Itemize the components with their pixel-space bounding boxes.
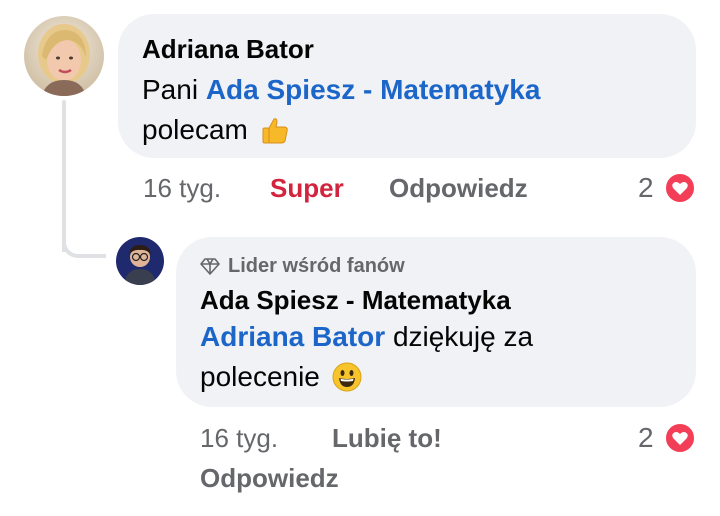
comment-bubble: Adriana Bator Pani Ada Spiesz - Matematy… — [118, 14, 696, 158]
reply-text: Adriana Bator dziękuję za polecenie — [200, 317, 672, 397]
reply-button[interactable]: Odpowiedz — [389, 172, 528, 204]
comment-text: Pani Ada Spiesz - Matematyka polecam — [142, 70, 672, 150]
like-button[interactable]: Lubię to! — [332, 422, 442, 454]
thumbs-up-icon — [260, 115, 290, 145]
reply-timestamp[interactable]: 16 tyg. — [200, 422, 278, 454]
reply-author[interactable]: Ada Spiesz - Matematyka — [200, 285, 672, 315]
avatar[interactable] — [116, 237, 164, 285]
reaction-count[interactable]: 2 — [638, 422, 654, 454]
mention-link[interactable]: Adriana Bator — [200, 321, 385, 352]
reaction-button[interactable]: Super — [270, 172, 344, 204]
fan-badge-label: Lider wśród fanów — [228, 255, 405, 277]
thread-connector-line — [62, 100, 66, 252]
comment-timestamp[interactable]: 16 tyg. — [143, 172, 221, 204]
reply-text-suffix: dziękuję za — [392, 321, 534, 352]
diamond-icon — [200, 257, 220, 275]
grinning-face-icon — [332, 362, 362, 392]
heart-reaction-icon[interactable] — [664, 422, 696, 454]
heart-reaction-icon[interactable] — [664, 172, 696, 204]
thread-connector-curve — [62, 238, 106, 258]
fan-badge[interactable]: Lider wśród fanów — [200, 253, 672, 279]
reply-text-line2: polecenie — [200, 361, 320, 392]
reaction-count[interactable]: 2 — [638, 172, 654, 204]
reply-bubble: Lider wśród fanów Ada Spiesz - Matematyk… — [176, 237, 696, 407]
comment-text-suffix: polecam — [142, 114, 248, 145]
avatar[interactable] — [24, 16, 104, 96]
reply-button[interactable]: Odpowiedz — [200, 462, 339, 494]
mention-link[interactable]: Ada Spiesz - Matematyka — [206, 74, 541, 105]
comment-author[interactable]: Adriana Bator — [142, 34, 672, 64]
comment-text-prefix: Pani — [142, 74, 199, 105]
